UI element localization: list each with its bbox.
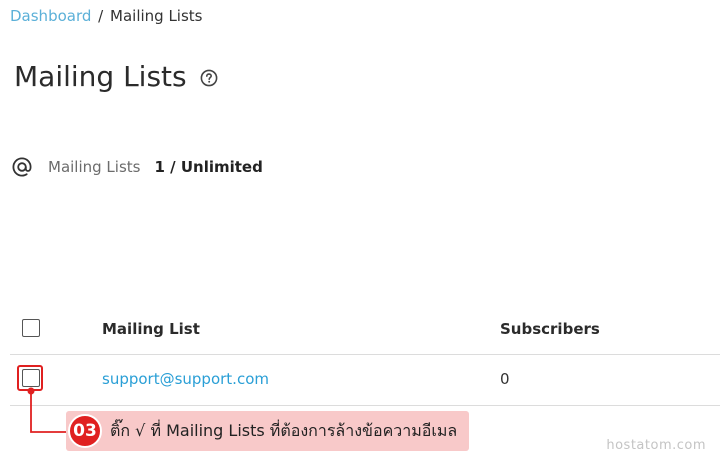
breadcrumb: Dashboard / Mailing Lists [10,7,202,25]
select-all-checkbox[interactable] [22,319,40,337]
mailing-lists-quota: Mailing Lists 1 / Unlimited [11,156,263,178]
step-number-badge: 03 [68,414,102,448]
watermark: hostatom.com [606,438,706,453]
column-header-mailing-list[interactable]: Mailing List [102,320,200,338]
annotation-callout: 03 ติ๊ก √ ที่ Mailing Lists ที่ต้องการล้… [66,411,470,451]
mailing-list-link[interactable]: support@support.com [102,370,269,388]
subscribers-count: 0 [500,370,510,388]
column-header-subscribers[interactable]: Subscribers [500,320,600,338]
annotation-text: ติ๊ก √ ที่ Mailing Lists ที่ต้องการล้างข… [110,420,458,440]
quota-value: 1 / Unlimited [154,158,263,176]
row-select-checkbox[interactable] [22,369,40,387]
breadcrumb-separator: / [98,7,104,25]
quota-label: Mailing Lists [48,158,141,176]
table-header-row: Mailing List Subscribers [10,306,720,355]
mailing-lists-table: Mailing List Subscribers support@support… [10,306,720,406]
table-row: support@support.com 0 [10,355,720,406]
page-title: Mailing Lists [14,60,187,93]
breadcrumb-dashboard-link[interactable]: Dashboard [10,7,91,25]
breadcrumb-current: Mailing Lists [110,7,203,25]
at-sign-icon [12,157,32,177]
help-circle-icon[interactable] [200,69,218,87]
